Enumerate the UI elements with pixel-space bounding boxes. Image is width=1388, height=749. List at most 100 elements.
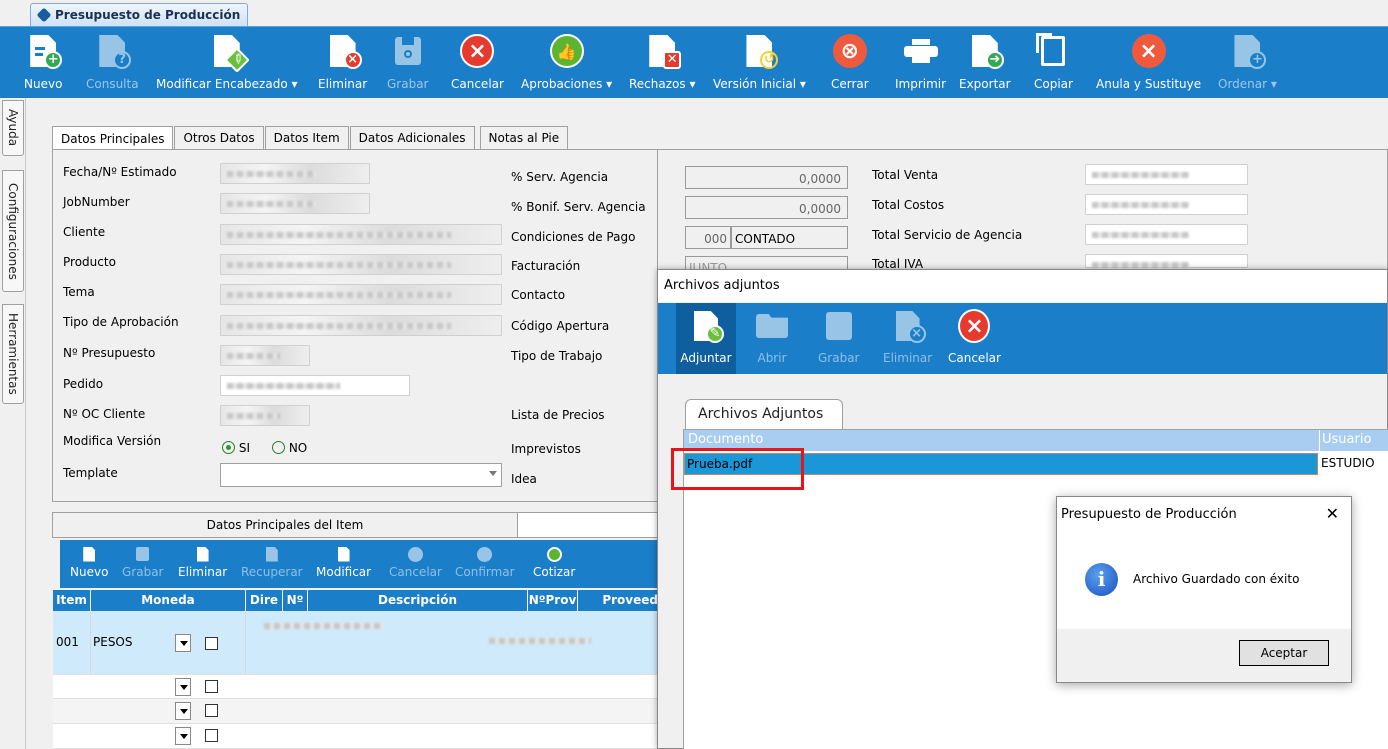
- facturacion-select[interactable]: JUNTO: [685, 256, 848, 270]
- tab-datos-item[interactable]: Datos Item: [264, 126, 349, 150]
- item-cell: 001: [53, 611, 91, 674]
- item-save-button[interactable]: Grabar: [122, 540, 164, 588]
- item-recover-button[interactable]: Recuperar: [241, 540, 303, 588]
- cond-pago-code-input[interactable]: 000: [685, 226, 731, 249]
- dire-checkbox[interactable]: [205, 637, 218, 650]
- table-row[interactable]: [53, 724, 658, 749]
- item-section-tab-2[interactable]: [517, 512, 658, 538]
- fecha-input[interactable]: [220, 163, 370, 184]
- item-new-button[interactable]: Nuevo: [70, 540, 108, 588]
- attachments-delete-button[interactable]: × Eliminar: [883, 303, 932, 374]
- col-dire[interactable]: Dire: [246, 590, 283, 611]
- sidebar-tab-ayuda[interactable]: Ayuda: [2, 100, 24, 156]
- close-x-icon: ⊗: [832, 33, 867, 69]
- dire-checkbox[interactable]: [205, 680, 218, 693]
- dialog-message: Archivo Guardado con éxito: [1133, 572, 1300, 586]
- table-row[interactable]: [53, 675, 658, 699]
- label-oc-cliente: Nº OC Cliente: [63, 407, 146, 421]
- col-nprov[interactable]: NºProv: [528, 590, 578, 611]
- new-button[interactable]: + Nuevo: [24, 27, 62, 99]
- tema-input[interactable]: [220, 284, 502, 305]
- item-modify-button[interactable]: Modificar: [316, 540, 371, 588]
- cond-pago-text-input[interactable]: CONTADO: [731, 226, 848, 249]
- chevron-down-icon: [489, 471, 497, 476]
- tab-notas-al-pie[interactable]: Notas al Pie: [479, 126, 569, 150]
- label-template: Template: [63, 466, 118, 480]
- dire-checkbox[interactable]: [205, 704, 218, 717]
- item-cancel-button[interactable]: Cancelar: [389, 540, 442, 588]
- close-button[interactable]: ⊗ Cerrar: [831, 27, 869, 99]
- usuario-cell[interactable]: ESTUDIO: [1319, 453, 1388, 475]
- col-item[interactable]: Item: [53, 590, 91, 611]
- approvals-button[interactable]: 👍 Aprobaciones ▾: [521, 27, 612, 99]
- pedido-input[interactable]: [220, 375, 410, 396]
- recover-doc-small-icon: [264, 545, 280, 563]
- tab-otros-datos[interactable]: Otros Datos: [174, 126, 264, 150]
- item-section-tab[interactable]: Datos Principales del Item: [52, 512, 518, 538]
- tab-datos-principales[interactable]: Datos Principales: [52, 126, 174, 151]
- table-row[interactable]: [53, 699, 658, 724]
- sidebar-tab-herramientas[interactable]: Herramientas: [2, 304, 24, 404]
- moneda-dropdown[interactable]: [175, 678, 191, 696]
- save-button[interactable]: Grabar: [387, 27, 429, 99]
- item-toolbar: Nuevo Grabar Eliminar Recuperar Modifica…: [60, 540, 658, 588]
- producto-input[interactable]: [220, 254, 502, 275]
- open-button[interactable]: Abrir: [756, 303, 788, 374]
- attachments-cancel-button[interactable]: × Cancelar: [948, 303, 1001, 374]
- label-producto: Producto: [63, 255, 116, 269]
- moneda-dropdown[interactable]: [175, 727, 191, 745]
- copy-button[interactable]: Copiar: [1034, 27, 1073, 99]
- attach-button[interactable]: ✎ Adjuntar: [676, 303, 736, 374]
- consult-button[interactable]: ? Consulta: [86, 27, 139, 99]
- app-icon: [36, 7, 52, 23]
- void-replace-button[interactable]: × Anula y Sustituye: [1096, 27, 1201, 99]
- table-row[interactable]: 001 PESOS: [53, 611, 658, 675]
- message-dialog: Presupuesto de Producción ✕ i Archivo Gu…: [1056, 496, 1352, 683]
- template-select[interactable]: [220, 463, 502, 487]
- label-total-servicio: Total Servicio de Agencia: [872, 228, 1023, 242]
- cliente-input[interactable]: [220, 224, 502, 245]
- label-facturacion: Facturación: [511, 259, 581, 273]
- jobnumber-input[interactable]: [220, 193, 370, 214]
- modify-header-button[interactable]: ✎ Modificar Encabezado ▾: [156, 27, 298, 99]
- label-nro-presupuesto: Nº Presupuesto: [63, 346, 156, 360]
- item-confirm-button[interactable]: Confirmar: [455, 540, 515, 588]
- initial-version-button[interactable]: ↺ Versión Inicial ▾: [713, 27, 806, 99]
- attachments-save-button[interactable]: Grabar: [818, 303, 860, 374]
- dire-checkbox[interactable]: [205, 729, 218, 742]
- printer-icon: [903, 33, 938, 69]
- oc-cliente-input[interactable]: [220, 405, 310, 426]
- delete-doc-icon: ×: [326, 33, 362, 69]
- tab-datos-adicionales[interactable]: Datos Adicionales: [349, 126, 475, 150]
- radio-si[interactable]: SI: [222, 441, 250, 455]
- sidebar-tab-configuraciones[interactable]: Configuraciones: [2, 170, 24, 292]
- tab-archivos-adjuntos[interactable]: Archivos Adjuntos: [685, 399, 843, 429]
- ok-button[interactable]: Aceptar: [1239, 640, 1329, 666]
- item-delete-button[interactable]: Eliminar: [178, 540, 227, 588]
- item-quote-button[interactable]: Cotizar: [533, 540, 575, 588]
- bonif-serv-input[interactable]: 0,0000: [685, 196, 848, 219]
- moneda-dropdown[interactable]: [175, 634, 191, 652]
- dialog-close-button[interactable]: ✕: [1326, 504, 1339, 523]
- tipo-aprobacion-select[interactable]: [220, 315, 502, 336]
- col-proveedor[interactable]: Proveed: [578, 590, 658, 611]
- moneda-dropdown[interactable]: [175, 702, 191, 720]
- print-button[interactable]: Imprimir: [895, 27, 946, 99]
- label-codigo-apertura: Código Apertura: [511, 319, 610, 333]
- col-numero[interactable]: Nº: [283, 590, 308, 611]
- col-documento[interactable]: Documento: [688, 432, 763, 447]
- label-cond-pago: Condiciones de Pago: [511, 230, 636, 244]
- radio-no[interactable]: NO: [272, 441, 307, 455]
- proveedor-cell: [483, 631, 653, 651]
- col-usuario[interactable]: Usuario: [1319, 430, 1371, 451]
- delete-button[interactable]: × Eliminar: [318, 27, 367, 99]
- sort-button[interactable]: + Ordenar ▾: [1218, 27, 1277, 99]
- presupuesto-input[interactable]: [220, 345, 310, 366]
- serv-agencia-input[interactable]: 0,0000: [685, 166, 848, 189]
- document-tab[interactable]: Presupuesto de Producción: [30, 3, 248, 26]
- cancel-button[interactable]: × Cancelar: [451, 27, 504, 99]
- col-descripcion[interactable]: Descripción: [308, 590, 528, 611]
- rejections-button[interactable]: ✕ Rechazos ▾: [629, 27, 695, 99]
- col-moneda[interactable]: Moneda: [91, 590, 246, 611]
- export-button[interactable]: ➜ Exportar: [959, 27, 1011, 99]
